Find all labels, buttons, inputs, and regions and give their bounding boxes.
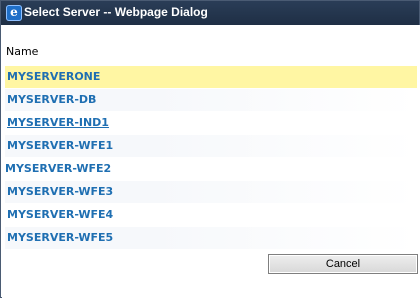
list-item-myserver-wfe2[interactable]: MYSERVER-WFE2 xyxy=(5,158,417,181)
server-name[interactable]: MYSERVER-IND1 xyxy=(7,116,109,129)
server-name[interactable]: MYSERVER-WFE1 xyxy=(7,139,113,152)
list-item-myserver-wfe1[interactable]: MYSERVER-WFE1 xyxy=(5,135,417,158)
list-item-myserverone[interactable]: MYSERVERONE xyxy=(5,66,417,89)
list-item-myserver-wfe4[interactable]: MYSERVER-WFE4 xyxy=(5,204,417,227)
dialog-title: Select Server -- Webpage Dialog xyxy=(24,5,208,19)
list-item-myserver-ind1[interactable]: MYSERVER-IND1 xyxy=(5,112,417,135)
list-item-myserver-wfe3[interactable]: MYSERVER-WFE3 xyxy=(5,181,417,204)
dialog-content: Name MYSERVERONE MYSERVER-DB MYSERVER-IN… xyxy=(2,25,420,299)
server-name[interactable]: MYSERVER-WFE2 xyxy=(5,162,111,175)
list-item-myserver-wfe5[interactable]: MYSERVER-WFE5 xyxy=(5,227,417,250)
ie-icon: e xyxy=(6,5,22,21)
title-bar: e Select Server -- Webpage Dialog xyxy=(1,1,419,25)
server-name[interactable]: MYSERVERONE xyxy=(7,70,100,83)
select-server-dialog: e Select Server -- Webpage Dialog Name M… xyxy=(0,0,420,299)
server-name[interactable]: MYSERVER-WFE3 xyxy=(7,185,113,198)
server-name[interactable]: MYSERVER-WFE5 xyxy=(7,231,113,244)
server-name[interactable]: MYSERVER-WFE4 xyxy=(7,208,113,221)
name-column-header: Name xyxy=(6,45,39,58)
server-list: MYSERVERONE MYSERVER-DB MYSERVER-IND1 MY… xyxy=(5,66,417,250)
cancel-button[interactable]: Cancel xyxy=(268,254,418,274)
server-name[interactable]: MYSERVER-DB xyxy=(7,93,96,106)
list-item-myserver-db[interactable]: MYSERVER-DB xyxy=(5,89,417,112)
